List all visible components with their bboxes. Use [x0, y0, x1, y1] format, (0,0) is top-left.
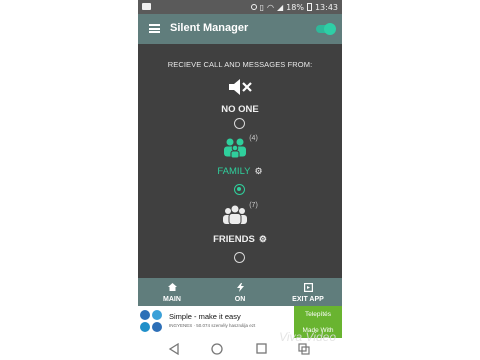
- mute-icon: [229, 79, 252, 95]
- option-no-one-label: NO ONE: [221, 104, 259, 115]
- app-bar: Silent Manager: [138, 14, 342, 44]
- bottom-nav: MAIN ON EXIT APP: [138, 278, 342, 306]
- option-family-label: FAMILY: [217, 166, 251, 177]
- bolt-icon: [236, 282, 244, 292]
- option-family-radio[interactable]: [234, 184, 245, 195]
- notification-dots-icon[interactable]: [298, 343, 310, 355]
- nav-on-label: ON: [234, 296, 246, 303]
- ad-title: Simple - make it easy: [169, 312, 241, 321]
- nav-on[interactable]: ON: [206, 278, 274, 306]
- vibrate-icon: ▯: [259, 2, 265, 12]
- menu-icon[interactable]: [149, 24, 160, 33]
- option-family-icon-wrap: (4): [138, 135, 342, 159]
- nav-exit-label: EXIT APP: [292, 296, 324, 303]
- clock-time: 13:43: [314, 2, 338, 12]
- option-friends-radio[interactable]: [234, 252, 245, 263]
- main-content: RECIEVE CALL AND MESSAGES FROM: NO ONE (…: [138, 44, 342, 278]
- option-friends-label: FRIENDS: [213, 234, 255, 245]
- friends-group-icon: [223, 205, 248, 225]
- watermark: Viva Video: [279, 330, 336, 344]
- gear-icon[interactable]: ⚙: [255, 166, 263, 177]
- home-icon: [167, 283, 177, 291]
- option-no-one-icon-wrap: [138, 77, 342, 97]
- exit-icon: [303, 282, 313, 292]
- page-heading: RECIEVE CALL AND MESSAGES FROM:: [167, 60, 313, 69]
- battery-icon: [306, 3, 312, 11]
- nav-main-label: MAIN: [163, 296, 181, 303]
- home-circle-icon[interactable]: [211, 343, 223, 355]
- gear-icon[interactable]: ⚙: [259, 234, 267, 245]
- status-icons: ▯ ◠ ◢ 18% 13:43: [250, 2, 338, 12]
- alarm-icon: [250, 4, 257, 10]
- video-camera-icon: [142, 3, 151, 10]
- option-no-one-radio[interactable]: [234, 118, 245, 129]
- family-group-icon: [224, 138, 247, 159]
- phone-screen: ▯ ◠ ◢ 18% 13:43 Silent Manager RECIEVE C…: [138, 0, 342, 360]
- friends-count: (7): [249, 202, 258, 209]
- battery-percent: 18%: [286, 2, 304, 12]
- recents-icon[interactable]: [256, 343, 267, 354]
- signal-icon: ◢: [277, 2, 284, 12]
- app-title: Silent Manager: [170, 22, 249, 34]
- wifi-icon: ◠: [267, 2, 274, 12]
- nav-exit-app[interactable]: EXIT APP: [274, 278, 342, 306]
- toggle-thumb: [324, 23, 336, 35]
- back-icon[interactable]: [168, 343, 180, 355]
- option-friends-icon-wrap: (7): [138, 202, 342, 226]
- option-friends-label-row: FRIENDS ⚙: [138, 234, 342, 245]
- ad-install-label: Telepítés: [304, 311, 332, 318]
- silent-toggle[interactable]: [314, 23, 336, 35]
- nav-main[interactable]: MAIN: [138, 278, 206, 306]
- family-count: (4): [249, 135, 258, 142]
- option-family-label-row: FAMILY ⚙: [138, 166, 342, 177]
- ad-logo-icon: [140, 310, 162, 332]
- ad-subtitle: INGYENES · 50.074 személy használja ezt: [169, 323, 256, 328]
- status-bar: ▯ ◠ ◢ 18% 13:43: [138, 0, 342, 14]
